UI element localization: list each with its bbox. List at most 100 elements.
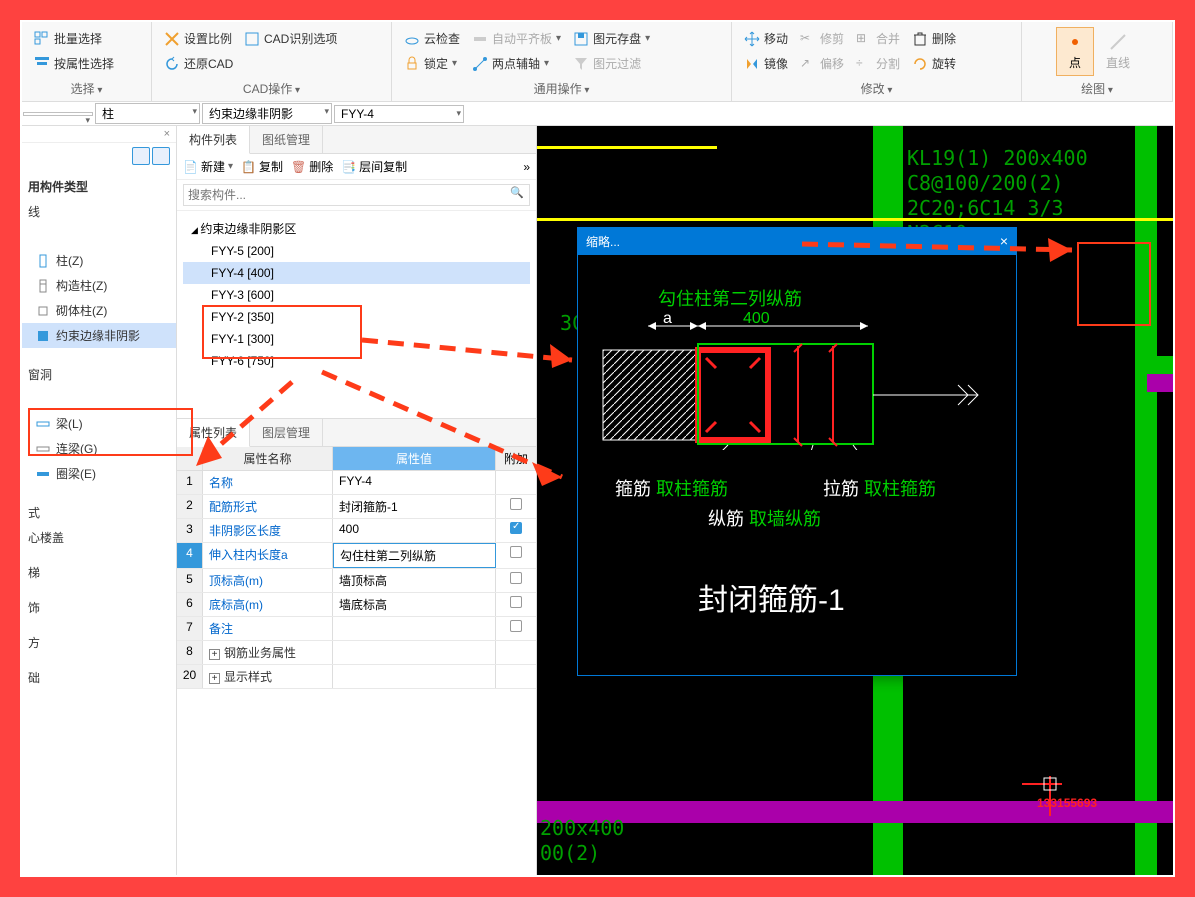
sidebar-item-link-beam[interactable]: 连梁(G) [22, 436, 176, 461]
new-component-button[interactable]: 📄新建 [183, 158, 233, 175]
more-4[interactable]: 饰 [22, 595, 176, 620]
search-input[interactable] [183, 184, 530, 206]
breadcrumb-level4[interactable]: FYY-4 [334, 105, 464, 123]
select-group-title[interactable]: 选择 [30, 78, 143, 99]
property-row[interactable]: 3非阴影区长度400 [177, 519, 536, 543]
prop-row-extra[interactable] [496, 617, 536, 640]
breadcrumb-level1[interactable] [23, 112, 93, 116]
line-tool-button[interactable]: 直线 [1098, 28, 1138, 75]
prop-row-value[interactable] [333, 641, 496, 664]
prop-row-value[interactable] [333, 617, 496, 640]
tree-item-fyy2[interactable]: FYY-2 [350] [183, 306, 530, 328]
sidebar-header: 用构件类型 [22, 174, 176, 199]
property-row[interactable]: 6底标高(m)墙底标高 [177, 593, 536, 617]
delete-component-button[interactable]: 🗑删除 [291, 158, 333, 175]
point-tool-button[interactable]: 点 [1056, 27, 1094, 76]
sidebar-item-masonry-column[interactable]: 砌体柱(Z) [22, 298, 176, 323]
floor-copy-button[interactable]: 📑层间复制 [341, 158, 407, 175]
tab-layer-manage[interactable]: 图层管理 [250, 419, 323, 446]
set-scale-button[interactable]: 设置比例 [160, 27, 236, 50]
expand-icon[interactable]: + [209, 673, 220, 684]
prop-row-value[interactable]: 墙底标高 [333, 593, 496, 616]
tab-drawing-manage[interactable]: 图纸管理 [250, 126, 323, 153]
dimension-400: 400 [743, 310, 770, 328]
checkbox-icon[interactable] [510, 522, 522, 534]
draw-group-title[interactable]: 绘图 [1030, 78, 1164, 99]
sidebar-item-constraint-edge[interactable]: 约束边缘非阴影 [22, 323, 176, 348]
rotate-button[interactable]: 旋转 [908, 52, 960, 75]
sidebar-item-construct-column[interactable]: 构造柱(Z) [22, 273, 176, 298]
sidebar-item-beam[interactable]: 梁(L) [22, 411, 176, 436]
checkbox-icon[interactable] [510, 572, 522, 584]
component-save-button[interactable]: 图元存盘 [569, 27, 654, 50]
tree-item-fyy3[interactable]: FYY-3 [600] [183, 284, 530, 306]
more-toolbar-icon[interactable]: » [523, 160, 530, 174]
property-row[interactable]: 8+钢筋业务属性 [177, 641, 536, 665]
breadcrumb-level2[interactable]: 柱 [95, 103, 200, 124]
tree-item-fyy5[interactable]: FYY-5 [200] [183, 240, 530, 262]
batch-select-button[interactable]: 批量选择 [30, 27, 118, 50]
offset-button: ↗偏移 [796, 52, 848, 75]
checkbox-icon[interactable] [510, 596, 522, 608]
prop-row-value[interactable]: 封闭箍筋-1 [333, 495, 496, 518]
new-icon: 📄 [183, 160, 198, 174]
dialog-titlebar[interactable]: 缩略... × [578, 228, 1016, 255]
mirror-button[interactable]: 镜像 [740, 52, 792, 75]
move-button[interactable]: 移动 [740, 27, 792, 50]
prop-row-extra[interactable] [496, 543, 536, 568]
modify-group-title[interactable]: 修改 [740, 78, 1013, 99]
prop-row-extra[interactable] [496, 569, 536, 592]
delete-button[interactable]: 删除 [908, 27, 960, 50]
tree-item-fyy4[interactable]: FYY-4 [400] [183, 262, 530, 284]
prop-row-extra[interactable] [496, 641, 536, 664]
more-5[interactable]: 方 [22, 630, 176, 655]
property-row[interactable]: 4伸入柱内长度a勾住柱第二列纵筋 [177, 543, 536, 569]
prop-row-extra[interactable] [496, 593, 536, 616]
sidebar-item-ring-beam[interactable]: 圈梁(E) [22, 461, 176, 486]
breadcrumb-level3[interactable]: 约束边缘非阴影 [202, 103, 332, 124]
property-row[interactable]: 5顶标高(m)墙顶标高 [177, 569, 536, 593]
prop-row-value[interactable]: 勾住柱第二列纵筋 [333, 543, 496, 568]
cad-group-title[interactable]: CAD操作 [160, 78, 383, 99]
more-3[interactable]: 梯 [22, 560, 176, 585]
tab-property-list[interactable]: 属性列表 [177, 419, 250, 447]
lock-button[interactable]: 锁定 [400, 52, 464, 75]
cad-recognize-button[interactable]: CAD识别选项 [240, 27, 341, 50]
checkbox-icon[interactable] [510, 546, 522, 558]
prop-row-extra[interactable] [496, 519, 536, 542]
prop-row-value[interactable]: 400 [333, 519, 496, 542]
checkbox-icon[interactable] [510, 620, 522, 632]
view-toggle-icons[interactable] [22, 143, 176, 174]
prop-row-value[interactable]: 墙顶标高 [333, 569, 496, 592]
cloud-check-button[interactable]: 云检查 [400, 27, 464, 50]
more-1[interactable]: 式 [22, 500, 176, 525]
property-row[interactable]: 20+显示样式 [177, 665, 536, 689]
prop-row-name: 配筋形式 [203, 495, 333, 518]
lock-icon [404, 56, 420, 72]
prop-row-extra[interactable] [496, 471, 536, 494]
prop-row-extra[interactable] [496, 665, 536, 688]
property-row[interactable]: 7备注 [177, 617, 536, 641]
restore-cad-button[interactable]: 还原CAD [160, 52, 341, 75]
property-row[interactable]: 2配筋形式封闭箍筋-1 [177, 495, 536, 519]
prop-row-value[interactable] [333, 665, 496, 688]
diagram-label: 箍筋 [615, 475, 651, 501]
two-point-button[interactable]: 两点辅轴 [468, 52, 565, 75]
by-attr-select-button[interactable]: 按属性选择 [30, 52, 118, 75]
tab-component-list[interactable]: 构件列表 [177, 126, 250, 154]
more-2[interactable]: 心楼盖 [22, 525, 176, 550]
common-group-title[interactable]: 通用操作 [400, 78, 723, 99]
expand-icon[interactable]: + [209, 649, 220, 660]
tree-item-fyy1[interactable]: FYY-1 [300] [183, 328, 530, 350]
prop-row-extra[interactable] [496, 495, 536, 518]
checkbox-icon[interactable] [510, 498, 522, 510]
tree-item-fyy6[interactable]: FYY-6 [750] [183, 350, 530, 372]
sidebar-close-icon[interactable]: × [22, 126, 176, 143]
copy-component-button[interactable]: 📋复制 [241, 158, 283, 175]
tree-root-node[interactable]: 约束边缘非阴影区 [183, 217, 530, 240]
prop-row-value[interactable]: FYY-4 [333, 471, 496, 494]
property-row[interactable]: 1名称FYY-4 [177, 471, 536, 495]
more-6[interactable]: 础 [22, 665, 176, 690]
close-icon[interactable]: × [1000, 233, 1008, 250]
sidebar-item-column[interactable]: 柱(Z) [22, 248, 176, 273]
